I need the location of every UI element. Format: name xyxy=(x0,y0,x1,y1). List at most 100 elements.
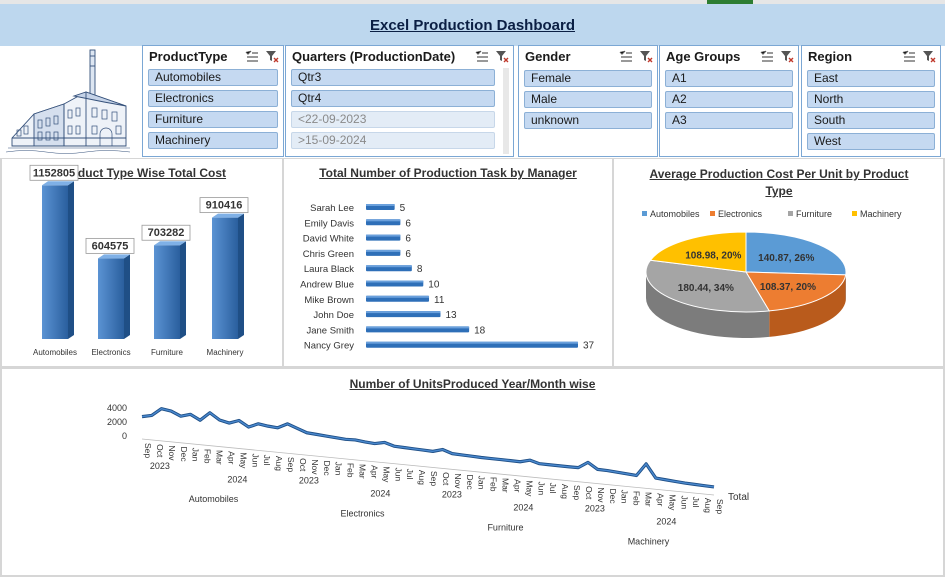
x-tick-label: Dec xyxy=(322,461,332,477)
x-group-year: 2024 xyxy=(513,502,533,512)
legend-label: Machinery xyxy=(860,209,902,219)
multi-select-icon[interactable] xyxy=(245,49,259,63)
chart-product-cost-panel[interactable]: Product Type Wise Total Cost 1152805 Auto… xyxy=(2,159,282,366)
data-label: 910416 xyxy=(206,200,243,212)
chart-units-panel[interactable]: Number of UnitsProduced Year/Month wise … xyxy=(2,369,943,575)
slicer-item-no-data[interactable]: <22-09-2023 xyxy=(291,111,495,128)
x-tick-label: Feb xyxy=(632,491,642,506)
bar-highlight xyxy=(366,265,412,268)
x-group-product: Machinery xyxy=(628,537,670,547)
clear-filter-icon[interactable] xyxy=(495,49,509,63)
slicer-scrollbar[interactable] xyxy=(503,68,509,154)
slicer-item[interactable]: A2 xyxy=(665,91,793,108)
x-group-product: Furniture xyxy=(487,523,523,533)
slicer-item[interactable]: Male xyxy=(524,91,652,108)
chart-avg-cost-panel[interactable]: Average Production Cost Per Unit by Prod… xyxy=(614,159,943,366)
x-tick-label: Feb xyxy=(203,449,213,464)
x-tick-label: May xyxy=(524,480,534,497)
data-label: 18 xyxy=(474,325,486,336)
x-tick-label: Jun xyxy=(250,454,260,468)
slicer-item[interactable]: Machinery xyxy=(148,132,278,149)
x-group-product: Automobiles xyxy=(189,494,239,504)
x-tick-label: Mar xyxy=(644,492,654,507)
clear-filter-icon[interactable] xyxy=(265,49,279,63)
y-tick-label: Chris Green xyxy=(303,249,354,260)
y-tick-label: Nancy Grey xyxy=(304,341,354,352)
slicer-item[interactable]: Qtr4 xyxy=(291,90,495,107)
x-group-year: 2023 xyxy=(442,489,462,499)
bar xyxy=(98,258,124,339)
slicer-item[interactable]: North xyxy=(807,91,935,108)
x-group-year: 2023 xyxy=(585,503,605,513)
x-tick-label: May xyxy=(238,452,248,469)
slicer-item[interactable]: Female xyxy=(524,70,652,87)
data-label: 10 xyxy=(428,280,440,291)
x-tick-label: Oct xyxy=(584,486,594,500)
y-tick-label: 0 xyxy=(122,431,127,441)
legend-swatch xyxy=(788,211,793,216)
data-label: 604575 xyxy=(92,240,129,252)
x-tick-label: Mar xyxy=(358,464,368,479)
data-label: 6 xyxy=(405,234,411,245)
data-label: 11 xyxy=(434,295,445,306)
x-tick-label: Dec xyxy=(179,447,189,463)
multi-select-icon[interactable] xyxy=(475,49,489,63)
x-tick-label: May xyxy=(667,494,677,511)
clear-filter-icon[interactable] xyxy=(922,49,936,63)
clear-filter-icon[interactable] xyxy=(780,49,794,63)
slicer-age-groups-title: Age Groups xyxy=(666,48,741,64)
y-tick-label: Laura Black xyxy=(304,264,354,275)
slicer-item[interactable]: A1 xyxy=(665,70,793,87)
x-tick-label: Electronics xyxy=(91,348,130,357)
x-tick-label: Sep xyxy=(429,471,439,486)
x-tick-label: Apr xyxy=(369,465,379,478)
multi-select-icon[interactable] xyxy=(902,49,916,63)
slicer-item[interactable]: East xyxy=(807,70,935,87)
slicer-item-no-data[interactable]: >15-09-2024 xyxy=(291,132,495,149)
bar-highlight xyxy=(366,311,441,314)
clear-filter-icon[interactable] xyxy=(639,49,653,63)
data-label: 180.44, 34% xyxy=(678,283,734,294)
bar-highlight xyxy=(366,326,470,329)
x-tick-label: Sep xyxy=(572,485,582,500)
slicer-item[interactable]: Furniture xyxy=(148,111,278,128)
avg-cost-pie-chart: Automobiles Electronics Furniture Machinery… xyxy=(642,209,902,338)
slicer-item[interactable]: Automobiles xyxy=(148,69,278,86)
x-tick-label: Apr xyxy=(655,493,665,506)
multi-select-icon[interactable] xyxy=(619,49,633,63)
y-tick-label: Sarah Lee xyxy=(310,203,354,214)
bar-side xyxy=(238,213,244,339)
slicer-item[interactable]: Qtr3 xyxy=(291,69,495,86)
x-tick-label: Sep xyxy=(143,443,153,458)
x-group-year: 2023 xyxy=(150,461,170,471)
x-tick-label: Jul xyxy=(691,497,701,508)
x-group-product: Electronics xyxy=(340,509,385,519)
slicer-item[interactable]: A3 xyxy=(665,112,793,129)
slicer-item[interactable]: unknown xyxy=(524,112,652,129)
x-tick-label: Dec xyxy=(465,475,475,491)
slicer-region: Region East North South West xyxy=(801,45,941,157)
data-label: 13 xyxy=(445,310,457,321)
x-tick-label: Nov xyxy=(167,445,177,461)
x-tick-label: Mar xyxy=(215,450,225,465)
x-tick-label: Apr xyxy=(512,479,522,492)
x-tick-label: Nov xyxy=(453,473,463,489)
data-label: 5 xyxy=(400,203,406,214)
x-tick-label: Feb xyxy=(346,463,356,478)
x-tick-label: Sep xyxy=(286,457,296,472)
chart-manager-tasks-panel[interactable]: Total Number of Production Task by Manag… xyxy=(284,159,612,366)
multi-select-icon[interactable] xyxy=(760,49,774,63)
slicer-item[interactable]: South xyxy=(807,112,935,129)
x-tick-label: Nov xyxy=(310,459,320,475)
slicer-item[interactable]: Electronics xyxy=(148,90,278,107)
data-label: 8 xyxy=(417,264,423,275)
y-tick-label: Andrew Blue xyxy=(300,280,354,291)
bar-side xyxy=(68,181,74,339)
slicer-gender: Gender Female Male unknown xyxy=(518,45,658,157)
slicer-quarters-title: Quarters (ProductionDate) xyxy=(292,48,456,64)
data-label: 37 xyxy=(583,341,595,352)
bar-side xyxy=(124,254,130,339)
x-tick-label: Jan xyxy=(334,462,344,476)
slicer-item[interactable]: West xyxy=(807,133,935,150)
bar xyxy=(42,185,68,339)
